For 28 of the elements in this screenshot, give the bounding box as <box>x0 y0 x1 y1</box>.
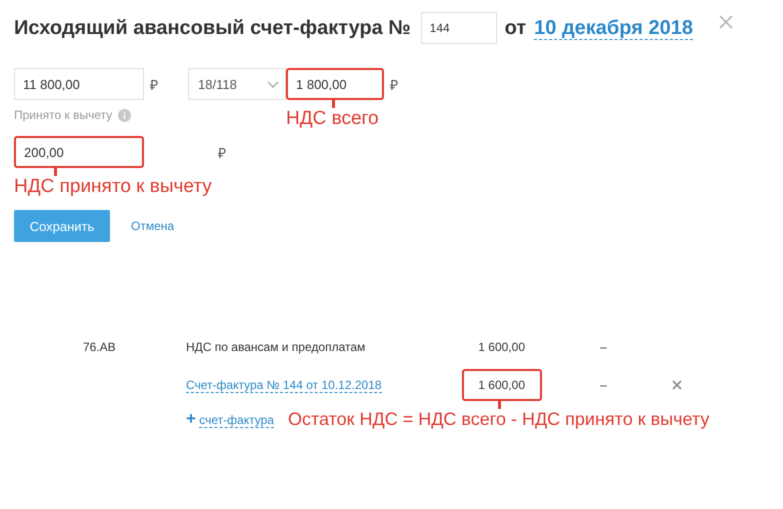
add-invoice-link[interactable]: + счет-фактура <box>186 409 274 429</box>
dialog-title: Исходящий авансовый счет-фактура № <box>14 16 411 40</box>
amount-text: 1 600,00 <box>462 369 542 401</box>
invoice-link[interactable]: Счет-фактура № 144 от 10.12.2018 <box>186 378 382 393</box>
currency-sign: ₽ <box>218 144 227 162</box>
date-link[interactable]: 10 декабря 2018 <box>534 16 693 40</box>
annotation-text: НДС всего <box>286 108 379 130</box>
remove-icon[interactable] <box>672 380 682 390</box>
amount-field[interactable]: 11 800,00 <box>14 68 144 100</box>
close-icon[interactable] <box>718 15 733 29</box>
currency-sign: ₽ <box>390 76 399 94</box>
field-label: Принято к вычету <box>14 108 112 122</box>
annotation-text: НДС принято к вычету <box>14 176 212 198</box>
currency-sign: ₽ <box>150 76 159 94</box>
deduction-field[interactable]: 200,00 <box>14 136 144 168</box>
dash-text: – <box>599 378 608 392</box>
amount-text: 1 600,00 <box>477 339 526 356</box>
account-code: 76.АВ <box>83 340 117 354</box>
cancel-link[interactable]: Отмена <box>131 219 174 233</box>
entry-name: НДС по авансам и предоплатам <box>186 340 366 354</box>
annotation-text: Остаток НДС = НДС всего - НДС принято к вычету <box>288 408 710 430</box>
dash-text: – <box>599 340 608 354</box>
vat-field[interactable]: 1 800,00 <box>286 68 384 100</box>
number-field[interactable]: 144 <box>420 12 497 44</box>
caret-icon <box>267 80 279 88</box>
date-prefix: от <box>504 16 526 40</box>
info-icon[interactable] <box>118 108 132 122</box>
rate-select[interactable]: 18/118 <box>188 68 286 100</box>
